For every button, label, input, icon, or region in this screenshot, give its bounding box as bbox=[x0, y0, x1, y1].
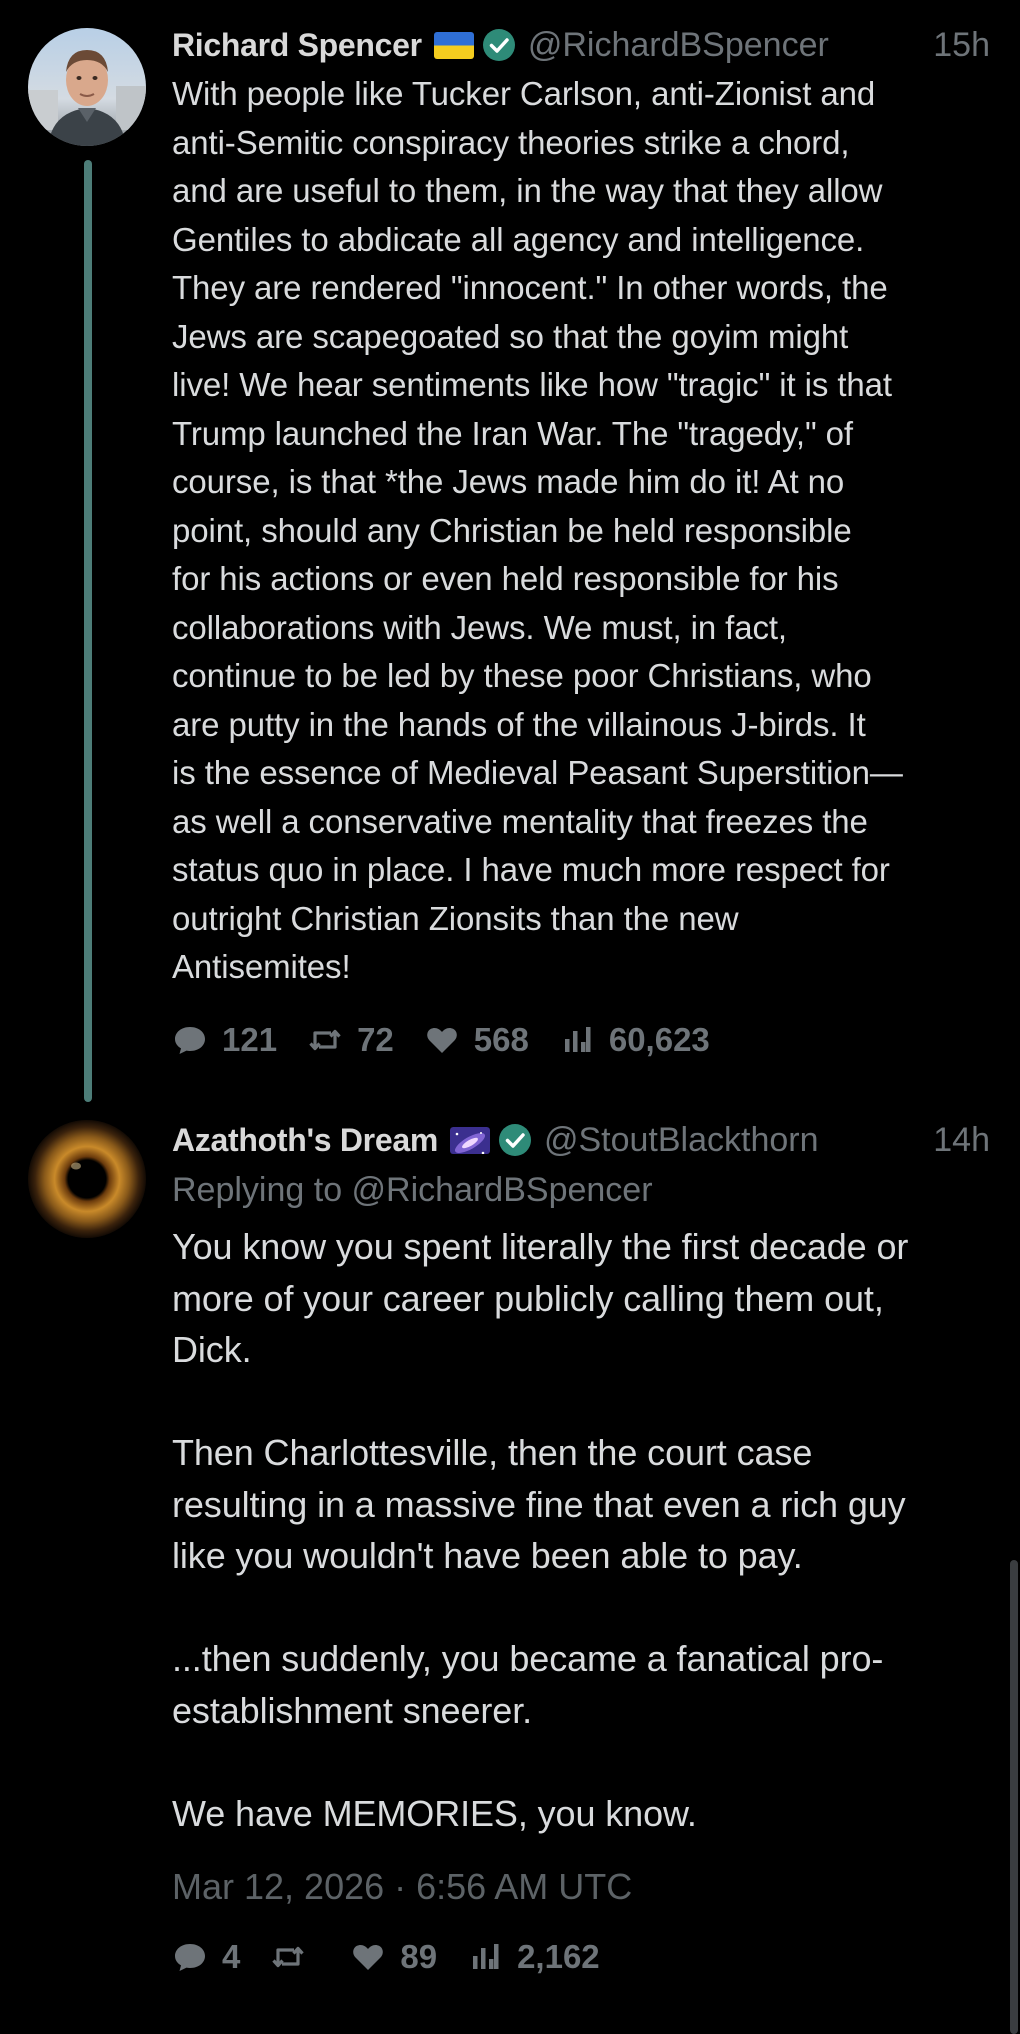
like-count: 89 bbox=[400, 1938, 438, 1975]
tweet-stats: 4 89 2,162 bbox=[172, 1931, 990, 1983]
reply-icon bbox=[175, 1026, 205, 1054]
tweet-stats: 121 72 568 60,623 bbox=[172, 1014, 990, 1066]
replying-to[interactable]: Replying to @RichardBSpencer bbox=[172, 1165, 990, 1215]
scrollbar-thumb[interactable] bbox=[1010, 1560, 1018, 2034]
reply-button[interactable]: 4 bbox=[172, 1938, 240, 1976]
retweet-count: 72 bbox=[357, 1020, 394, 1058]
heart-icon bbox=[353, 1944, 384, 1970]
display-name[interactable]: Richard Spencer bbox=[172, 27, 422, 64]
view-count: 60,623 bbox=[608, 1020, 710, 1058]
tweet-content: Azathoth's Dream @StoutBlackthorn 14h Re… bbox=[172, 1115, 990, 1983]
display-name[interactable]: Azathoth's Dream bbox=[172, 1122, 438, 1159]
views-button[interactable]: 60,623 bbox=[559, 1021, 710, 1059]
thread-connector-line bbox=[84, 160, 92, 1102]
tweet-header: Richard Spencer @RichardBSpencer 15h bbox=[172, 20, 990, 70]
avatar[interactable] bbox=[28, 1120, 146, 1238]
avatar-image bbox=[28, 28, 146, 146]
retweet-button[interactable]: 72 bbox=[307, 1021, 394, 1059]
like-button[interactable]: 568 bbox=[424, 1021, 529, 1059]
galaxy-emoji-icon bbox=[449, 1126, 490, 1154]
reply-icon bbox=[175, 1944, 205, 1971]
verified-badge-icon bbox=[498, 1123, 532, 1157]
avatar[interactable] bbox=[28, 28, 146, 146]
reply-count: 121 bbox=[222, 1020, 278, 1058]
retweet-icon bbox=[272, 1946, 305, 1968]
tweet-header: Azathoth's Dream @StoutBlackthorn 14h bbox=[172, 1115, 990, 1165]
like-count: 568 bbox=[473, 1020, 529, 1058]
ukraine-flag-icon bbox=[433, 31, 474, 59]
retweet-icon bbox=[309, 1029, 341, 1050]
handle[interactable]: @StoutBlackthorn bbox=[544, 1121, 819, 1160]
view-count: 2,162 bbox=[517, 1938, 600, 1975]
thread: Richard Spencer @RichardBSpencer 15h Wit… bbox=[0, 0, 1020, 2034]
tweet-timestamp[interactable]: Mar 12, 2026 · 6:56 AM UTC bbox=[172, 1861, 990, 1913]
like-button[interactable]: 89 bbox=[350, 1938, 437, 1976]
retweet-button[interactable] bbox=[270, 1939, 320, 1975]
reply-button[interactable]: 121 bbox=[172, 1021, 277, 1059]
tweet[interactable]: Azathoth's Dream @StoutBlackthorn 14h Re… bbox=[0, 1105, 1000, 2034]
scrollbar[interactable] bbox=[1010, 0, 1020, 2034]
tweet-text: With people like Tucker Carlson, anti-Zi… bbox=[172, 75, 903, 985]
reply-count: 4 bbox=[222, 1938, 241, 1975]
views-icon bbox=[564, 1026, 591, 1052]
handle[interactable]: @RichardBSpencer bbox=[528, 26, 829, 65]
verified-badge-icon bbox=[482, 28, 516, 62]
heart-icon bbox=[426, 1027, 457, 1053]
views-icon bbox=[473, 1944, 499, 1969]
relative-time[interactable]: 14h bbox=[933, 1115, 990, 1165]
views-button[interactable]: 2,162 bbox=[467, 1938, 600, 1976]
avatar-image bbox=[28, 1120, 146, 1238]
relative-time[interactable]: 15h bbox=[933, 20, 990, 70]
tweet[interactable]: Richard Spencer @RichardBSpencer 15h Wit… bbox=[0, 0, 1000, 1105]
tweet-text: You know you spent literally the first d… bbox=[172, 1226, 909, 1834]
tweet-content: Richard Spencer @RichardBSpencer 15h Wit… bbox=[172, 20, 990, 1066]
